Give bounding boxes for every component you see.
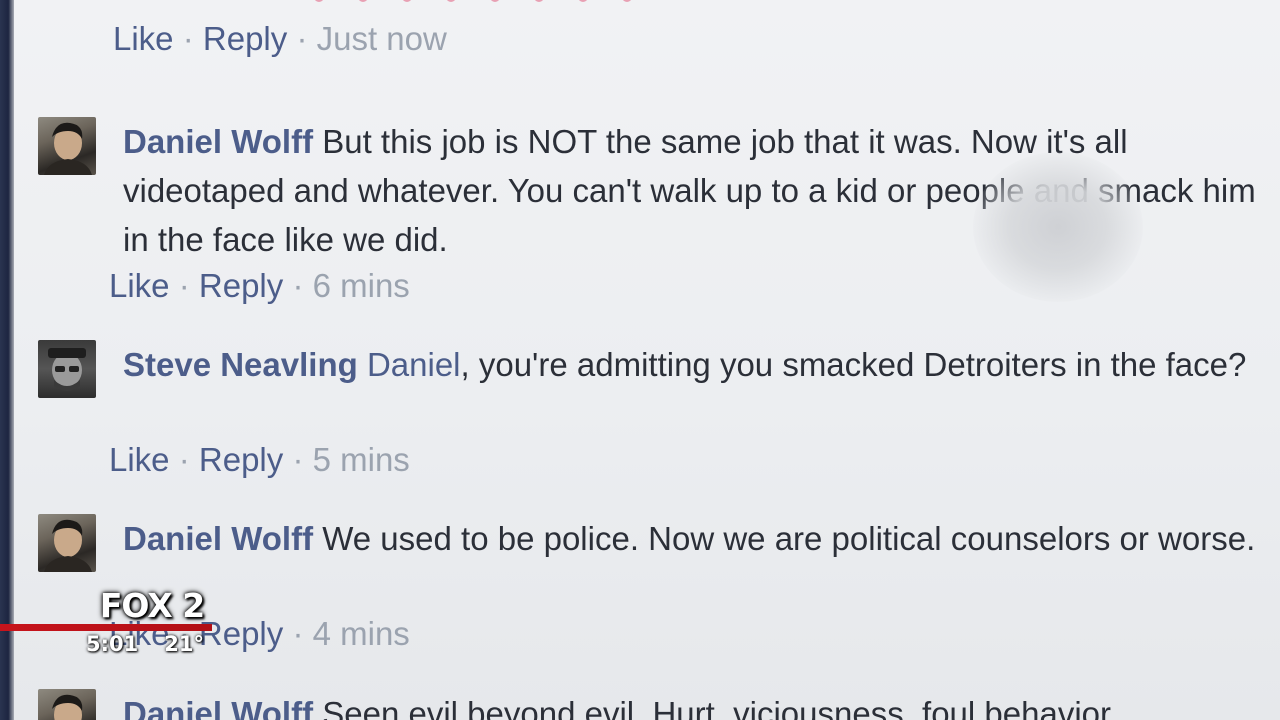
- clock-time: 5:01: [86, 632, 139, 656]
- reaction-icon: [534, 0, 544, 2]
- like-link[interactable]: Like: [109, 267, 170, 304]
- mention-link[interactable]: Daniel: [367, 346, 461, 383]
- comment-actions: Like · Reply · Just now: [113, 20, 447, 58]
- brand-bar: [0, 624, 212, 631]
- separator: ·: [296, 20, 308, 57]
- reaction-icon: [446, 0, 456, 2]
- timestamp[interactable]: 6 mins: [313, 267, 410, 304]
- reaction-icon: [622, 0, 632, 2]
- comment-actions: Like · Reply · 5 mins: [109, 441, 410, 479]
- reaction-icon: [314, 0, 324, 2]
- avatar[interactable]: [38, 340, 96, 398]
- reply-link[interactable]: Reply: [199, 441, 283, 478]
- reaction-icon: [358, 0, 368, 2]
- timestamp[interactable]: Just now: [317, 20, 447, 57]
- station-logo: FOX 2: [99, 585, 205, 625]
- temperature-readout: 21°: [164, 632, 204, 656]
- person-icon: [44, 122, 92, 175]
- separator: ·: [292, 441, 304, 478]
- author-name[interactable]: Steve Neavling: [123, 346, 358, 383]
- reply-link[interactable]: Reply: [199, 615, 283, 652]
- separator: ·: [178, 441, 190, 478]
- comment-text: Seen evil beyond evil. Hurt, viciousness…: [322, 695, 1111, 720]
- reply-link[interactable]: Reply: [203, 20, 287, 57]
- person-icon: [48, 348, 86, 391]
- comment-actions: Like · Reply · 6 mins: [109, 267, 410, 305]
- comment-body: Daniel Wolff Seen evil beyond evil. Hurt…: [123, 689, 1263, 720]
- author-name[interactable]: Daniel Wolff: [123, 695, 313, 720]
- separator: ·: [182, 20, 194, 57]
- separator: ·: [292, 267, 304, 304]
- person-icon: [52, 694, 83, 720]
- broadcast-clock: 5:01 21°: [86, 632, 204, 662]
- timestamp[interactable]: 5 mins: [313, 441, 410, 478]
- separator: ·: [292, 615, 304, 652]
- avatar[interactable]: [38, 514, 96, 572]
- separator: ·: [178, 267, 190, 304]
- comment-text: , you're admitting you smacked Detroiter…: [460, 346, 1247, 383]
- person-icon: [44, 519, 92, 572]
- comment-body: Daniel Wolff We used to be police. Now w…: [123, 514, 1263, 563]
- like-link[interactable]: Like: [109, 441, 170, 478]
- blur-overlay: [973, 152, 1143, 302]
- screen-bezel: [0, 0, 14, 720]
- avatar[interactable]: [38, 689, 96, 720]
- reaction-icon: [490, 0, 500, 2]
- reaction-icon: [578, 0, 588, 2]
- avatar[interactable]: [38, 117, 96, 175]
- author-name[interactable]: Daniel Wolff: [123, 123, 313, 160]
- comment-text: We used to be police. Now we are politic…: [322, 520, 1256, 557]
- timestamp[interactable]: 4 mins: [313, 615, 410, 652]
- reaction-icon: [402, 0, 412, 2]
- author-name[interactable]: Daniel Wolff: [123, 520, 313, 557]
- comment-body: Steve Neavling Daniel, you're admitting …: [123, 340, 1263, 389]
- reply-link[interactable]: Reply: [199, 267, 283, 304]
- reaction-icons: [314, 0, 632, 4]
- like-link[interactable]: Like: [113, 20, 174, 57]
